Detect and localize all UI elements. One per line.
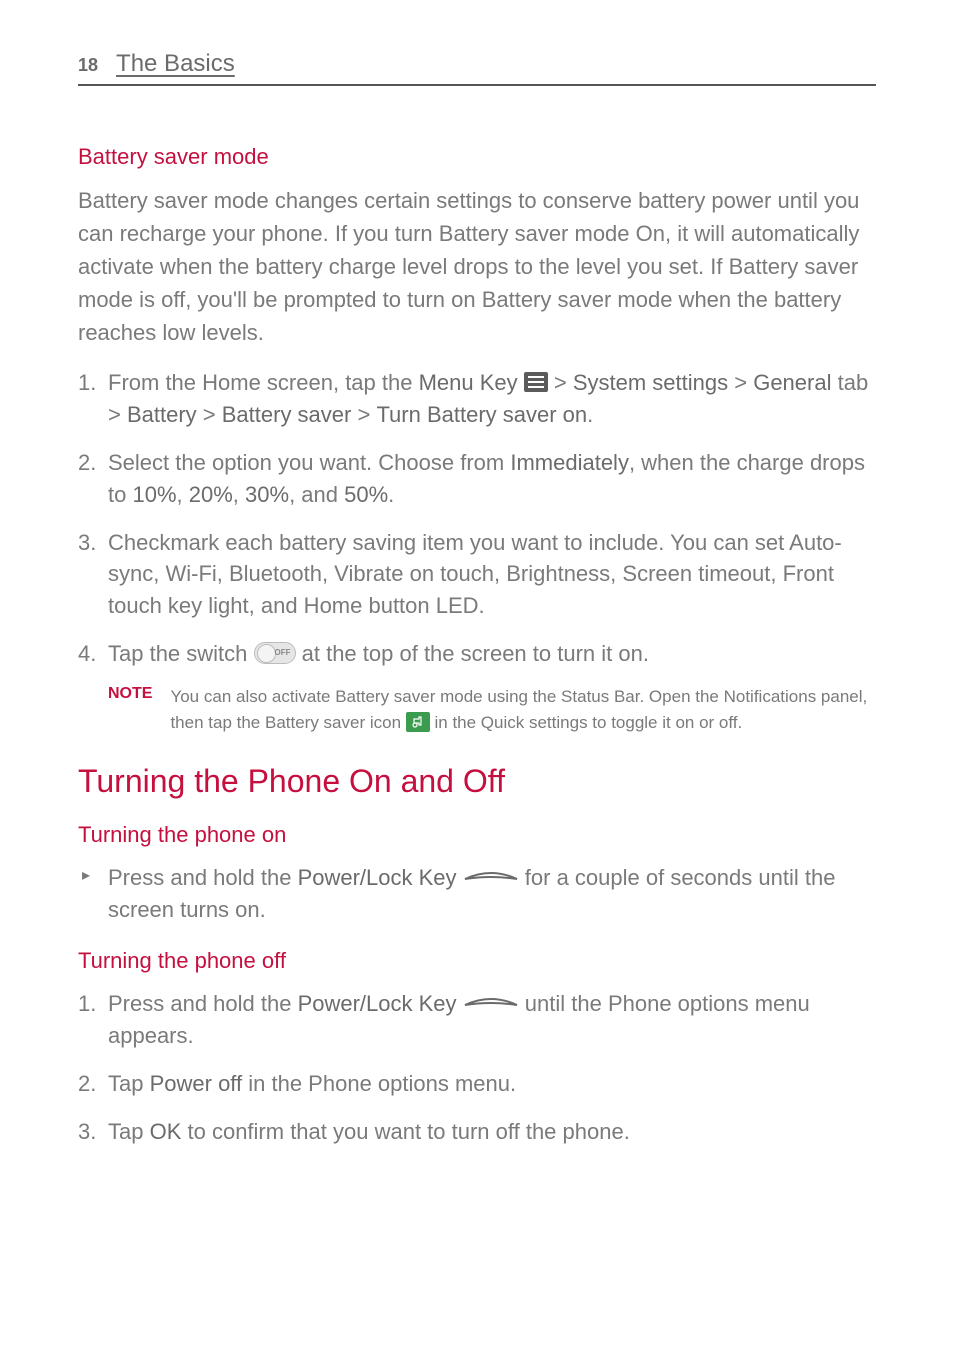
note-line2: in the Quick settings to toggle it on or… [430,713,742,732]
c: , [233,482,245,507]
step-1-text: From the Home screen, tap the [108,370,419,395]
sep: > [351,402,376,427]
turning-off-steps: Press and hold the Power/Lock Key until … [96,988,876,1148]
battery-saver-label: Battery saver [222,402,352,427]
menu-key-icon [524,372,548,392]
off-s2-post: in the Phone options menu. [242,1071,516,1096]
turn-on-label: Turn Battery saver on [376,402,587,427]
system-settings-label: System settings [573,370,728,395]
turning-on-item: Press and hold the Power/Lock Key for a … [96,862,876,926]
off-s3-pre: Tap [108,1119,150,1144]
step-3: Checkmark each battery saving item you w… [96,527,876,623]
turning-phone-title: Turning the Phone On and Off [78,763,876,800]
on-pre: Press and hold the [108,865,298,890]
step-4-post: at the top of the screen to turn it on. [296,641,649,666]
battery-saver-icon [406,712,430,732]
step-4-pre: Tap the switch [108,641,254,666]
power-lock-key-icon [463,993,519,1013]
turning-off-heading: Turning the phone off [78,948,876,974]
note-body: You can also activate Battery saver mode… [170,684,876,735]
step-2: Select the option you want. Choose from … [96,447,876,511]
pct-50: 50% [344,482,388,507]
power-lock-key-label-2: Power/Lock Key [298,991,457,1016]
note-row: NOTE You can also activate Battery saver… [108,684,876,735]
off-s1-pre: Press and hold the [108,991,298,1016]
power-lock-key-icon [463,867,519,887]
chapter-title: The Basics [116,50,235,78]
battery-label: Battery [127,402,197,427]
tail: . [388,482,394,507]
sep: > [197,402,222,427]
immediately-label: Immediately [510,450,629,475]
pct-20: 20% [189,482,233,507]
off-s2-pre: Tap [108,1071,150,1096]
sep: > [728,370,753,395]
general-label: General [753,370,831,395]
battery-saver-steps: From the Home screen, tap the Menu Key >… [96,367,876,670]
c: , and [289,482,344,507]
turning-on-heading: Turning the phone on [78,822,876,848]
off-step-1: Press and hold the Power/Lock Key until … [96,988,876,1052]
battery-saver-heading: Battery saver mode [78,144,876,170]
sep: > [548,370,573,395]
pct-30: 30% [245,482,289,507]
note-label: NOTE [108,684,152,735]
tail: . [587,402,593,427]
menu-key-label: Menu Key [419,370,518,395]
turning-on-list: Press and hold the Power/Lock Key for a … [96,862,876,926]
step-4: Tap the switch at the top of the screen … [96,638,876,670]
ok-label: OK [150,1119,182,1144]
step-1: From the Home screen, tap the Menu Key >… [96,367,876,431]
off-s3-post: to confirm that you want to turn off the… [181,1119,629,1144]
page-header: 18 The Basics [78,50,876,86]
power-lock-key-label: Power/Lock Key [298,865,457,890]
pct-10: 10% [132,482,176,507]
off-step-3: Tap OK to confirm that you want to turn … [96,1116,876,1148]
battery-saver-intro: Battery saver mode changes certain setti… [78,184,876,349]
c: , [177,482,189,507]
step-2-pre: Select the option you want. Choose from [108,450,510,475]
power-off-label: Power off [150,1071,243,1096]
switch-off-icon [254,642,296,664]
off-step-2: Tap Power off in the Phone options menu. [96,1068,876,1100]
page-number: 18 [78,55,98,76]
